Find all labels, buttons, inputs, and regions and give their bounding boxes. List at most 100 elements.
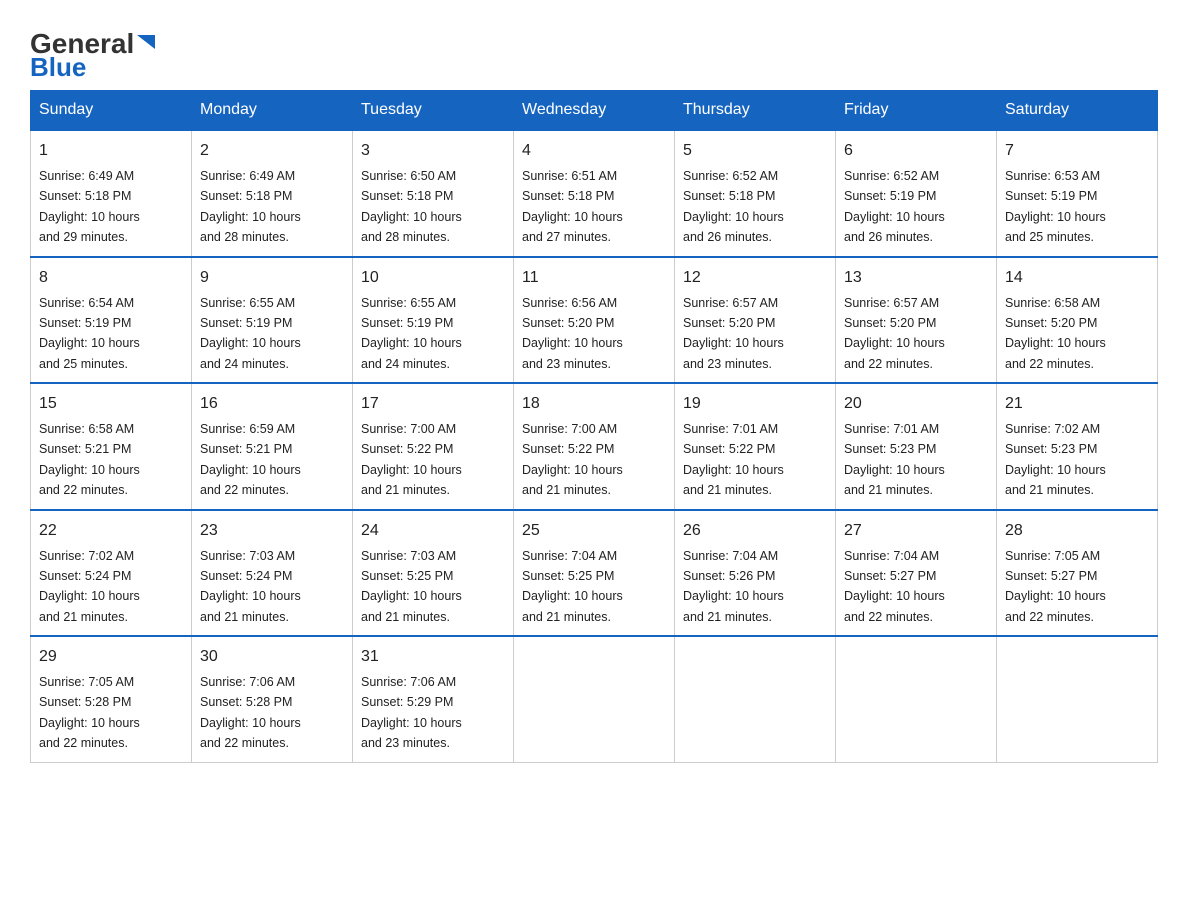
day-number: 13 [844,266,988,290]
day-info: Sunrise: 7:05 AMSunset: 5:27 PMDaylight:… [1005,549,1106,624]
calendar-day-cell: 24 Sunrise: 7:03 AMSunset: 5:25 PMDaylig… [353,510,514,637]
calendar-day-cell: 6 Sunrise: 6:52 AMSunset: 5:19 PMDayligh… [836,130,997,257]
day-number: 27 [844,519,988,543]
day-info: Sunrise: 6:56 AMSunset: 5:20 PMDaylight:… [522,296,623,371]
calendar-day-cell: 28 Sunrise: 7:05 AMSunset: 5:27 PMDaylig… [997,510,1158,637]
calendar-empty-cell [997,636,1158,762]
calendar-day-cell: 10 Sunrise: 6:55 AMSunset: 5:19 PMDaylig… [353,257,514,384]
day-number: 11 [522,266,666,290]
day-info: Sunrise: 6:50 AMSunset: 5:18 PMDaylight:… [361,169,462,244]
day-number: 30 [200,645,344,669]
day-info: Sunrise: 7:01 AMSunset: 5:22 PMDaylight:… [683,422,784,497]
day-info: Sunrise: 6:53 AMSunset: 5:19 PMDaylight:… [1005,169,1106,244]
calendar-day-cell: 27 Sunrise: 7:04 AMSunset: 5:27 PMDaylig… [836,510,997,637]
calendar-empty-cell [675,636,836,762]
day-number: 4 [522,139,666,163]
day-number: 16 [200,392,344,416]
calendar-day-cell: 9 Sunrise: 6:55 AMSunset: 5:19 PMDayligh… [192,257,353,384]
calendar-week-row: 8 Sunrise: 6:54 AMSunset: 5:19 PMDayligh… [31,257,1158,384]
day-number: 9 [200,266,344,290]
col-header-friday: Friday [836,91,997,131]
day-info: Sunrise: 7:02 AMSunset: 5:23 PMDaylight:… [1005,422,1106,497]
calendar-day-cell: 19 Sunrise: 7:01 AMSunset: 5:22 PMDaylig… [675,383,836,510]
day-number: 31 [361,645,505,669]
day-number: 1 [39,139,183,163]
day-info: Sunrise: 6:55 AMSunset: 5:19 PMDaylight:… [200,296,301,371]
day-info: Sunrise: 7:04 AMSunset: 5:27 PMDaylight:… [844,549,945,624]
day-number: 3 [361,139,505,163]
calendar-header-row: SundayMondayTuesdayWednesdayThursdayFrid… [31,91,1158,131]
day-info: Sunrise: 7:06 AMSunset: 5:28 PMDaylight:… [200,675,301,750]
day-info: Sunrise: 6:57 AMSunset: 5:20 PMDaylight:… [683,296,784,371]
day-number: 19 [683,392,827,416]
day-info: Sunrise: 7:06 AMSunset: 5:29 PMDaylight:… [361,675,462,750]
day-info: Sunrise: 6:58 AMSunset: 5:20 PMDaylight:… [1005,296,1106,371]
calendar-day-cell: 17 Sunrise: 7:00 AMSunset: 5:22 PMDaylig… [353,383,514,510]
calendar-week-row: 15 Sunrise: 6:58 AMSunset: 5:21 PMDaylig… [31,383,1158,510]
calendar-day-cell: 15 Sunrise: 6:58 AMSunset: 5:21 PMDaylig… [31,383,192,510]
day-number: 12 [683,266,827,290]
calendar-day-cell: 2 Sunrise: 6:49 AMSunset: 5:18 PMDayligh… [192,130,353,257]
calendar-day-cell: 7 Sunrise: 6:53 AMSunset: 5:19 PMDayligh… [997,130,1158,257]
day-info: Sunrise: 7:03 AMSunset: 5:24 PMDaylight:… [200,549,301,624]
day-number: 14 [1005,266,1149,290]
day-number: 28 [1005,519,1149,543]
calendar-day-cell: 23 Sunrise: 7:03 AMSunset: 5:24 PMDaylig… [192,510,353,637]
calendar-day-cell: 1 Sunrise: 6:49 AMSunset: 5:18 PMDayligh… [31,130,192,257]
calendar-empty-cell [836,636,997,762]
calendar-day-cell: 30 Sunrise: 7:06 AMSunset: 5:28 PMDaylig… [192,636,353,762]
day-number: 5 [683,139,827,163]
day-number: 17 [361,392,505,416]
day-info: Sunrise: 7:05 AMSunset: 5:28 PMDaylight:… [39,675,140,750]
day-info: Sunrise: 7:01 AMSunset: 5:23 PMDaylight:… [844,422,945,497]
day-info: Sunrise: 6:55 AMSunset: 5:19 PMDaylight:… [361,296,462,371]
calendar-day-cell: 22 Sunrise: 7:02 AMSunset: 5:24 PMDaylig… [31,510,192,637]
calendar-day-cell: 3 Sunrise: 6:50 AMSunset: 5:18 PMDayligh… [353,130,514,257]
calendar-day-cell: 13 Sunrise: 6:57 AMSunset: 5:20 PMDaylig… [836,257,997,384]
calendar-day-cell: 14 Sunrise: 6:58 AMSunset: 5:20 PMDaylig… [997,257,1158,384]
calendar-day-cell: 8 Sunrise: 6:54 AMSunset: 5:19 PMDayligh… [31,257,192,384]
day-info: Sunrise: 6:57 AMSunset: 5:20 PMDaylight:… [844,296,945,371]
day-info: Sunrise: 6:54 AMSunset: 5:19 PMDaylight:… [39,296,140,371]
day-info: Sunrise: 7:00 AMSunset: 5:22 PMDaylight:… [522,422,623,497]
day-number: 18 [522,392,666,416]
logo: General Blue [30,30,157,80]
calendar-day-cell: 11 Sunrise: 6:56 AMSunset: 5:20 PMDaylig… [514,257,675,384]
calendar-table: SundayMondayTuesdayWednesdayThursdayFrid… [30,90,1158,763]
day-info: Sunrise: 7:04 AMSunset: 5:25 PMDaylight:… [522,549,623,624]
day-info: Sunrise: 6:52 AMSunset: 5:19 PMDaylight:… [844,169,945,244]
calendar-day-cell: 4 Sunrise: 6:51 AMSunset: 5:18 PMDayligh… [514,130,675,257]
day-number: 26 [683,519,827,543]
calendar-empty-cell [514,636,675,762]
calendar-day-cell: 16 Sunrise: 6:59 AMSunset: 5:21 PMDaylig… [192,383,353,510]
col-header-monday: Monday [192,91,353,131]
page-header: General Blue [30,20,1158,80]
col-header-sunday: Sunday [31,91,192,131]
day-info: Sunrise: 6:59 AMSunset: 5:21 PMDaylight:… [200,422,301,497]
calendar-day-cell: 21 Sunrise: 7:02 AMSunset: 5:23 PMDaylig… [997,383,1158,510]
day-info: Sunrise: 6:49 AMSunset: 5:18 PMDaylight:… [200,169,301,244]
day-number: 8 [39,266,183,290]
day-info: Sunrise: 7:02 AMSunset: 5:24 PMDaylight:… [39,549,140,624]
calendar-day-cell: 18 Sunrise: 7:00 AMSunset: 5:22 PMDaylig… [514,383,675,510]
calendar-day-cell: 20 Sunrise: 7:01 AMSunset: 5:23 PMDaylig… [836,383,997,510]
day-number: 2 [200,139,344,163]
day-number: 7 [1005,139,1149,163]
col-header-saturday: Saturday [997,91,1158,131]
day-number: 23 [200,519,344,543]
calendar-day-cell: 25 Sunrise: 7:04 AMSunset: 5:25 PMDaylig… [514,510,675,637]
col-header-thursday: Thursday [675,91,836,131]
calendar-day-cell: 26 Sunrise: 7:04 AMSunset: 5:26 PMDaylig… [675,510,836,637]
day-number: 24 [361,519,505,543]
day-number: 29 [39,645,183,669]
day-number: 22 [39,519,183,543]
day-info: Sunrise: 6:51 AMSunset: 5:18 PMDaylight:… [522,169,623,244]
calendar-day-cell: 5 Sunrise: 6:52 AMSunset: 5:18 PMDayligh… [675,130,836,257]
calendar-day-cell: 12 Sunrise: 6:57 AMSunset: 5:20 PMDaylig… [675,257,836,384]
day-number: 21 [1005,392,1149,416]
calendar-day-cell: 29 Sunrise: 7:05 AMSunset: 5:28 PMDaylig… [31,636,192,762]
day-number: 20 [844,392,988,416]
calendar-week-row: 22 Sunrise: 7:02 AMSunset: 5:24 PMDaylig… [31,510,1158,637]
col-header-tuesday: Tuesday [353,91,514,131]
col-header-wednesday: Wednesday [514,91,675,131]
